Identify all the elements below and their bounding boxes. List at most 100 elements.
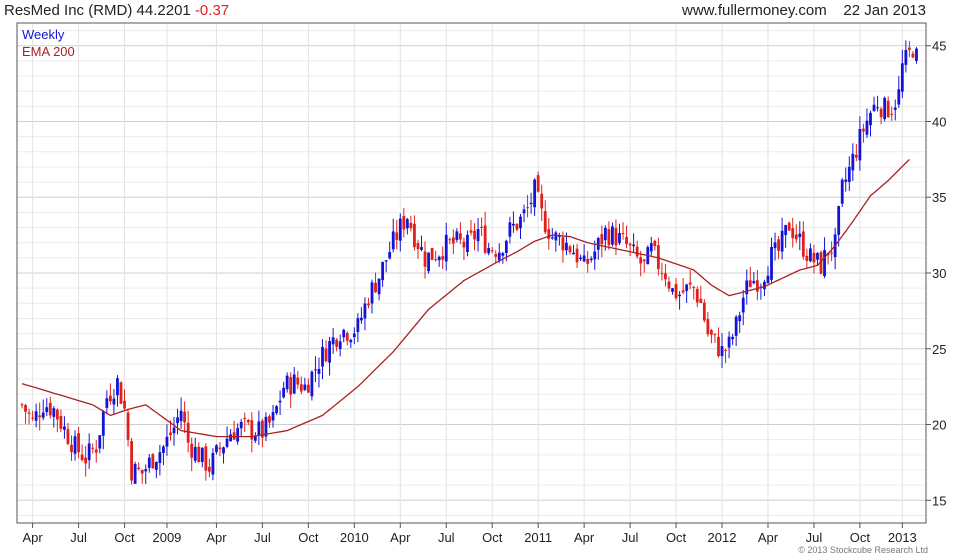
candle-body xyxy=(306,384,310,393)
candle-body xyxy=(236,428,240,442)
candle-body xyxy=(130,441,133,481)
candle-body xyxy=(618,233,621,244)
candle-body xyxy=(437,256,441,261)
candle-body xyxy=(565,242,568,251)
candle xyxy=(628,242,632,256)
candle xyxy=(847,156,851,191)
candle-body xyxy=(915,48,918,61)
candle xyxy=(515,223,519,232)
candle xyxy=(554,230,558,252)
candle-body xyxy=(377,278,381,295)
candle xyxy=(487,242,491,256)
candle xyxy=(607,221,611,250)
candle-body xyxy=(405,219,409,229)
candle-body xyxy=(589,258,593,261)
candle xyxy=(582,244,586,263)
candle-body xyxy=(840,179,844,204)
candle-body xyxy=(147,457,151,468)
candle-body xyxy=(144,469,148,472)
candle-body xyxy=(448,239,452,241)
candle xyxy=(611,222,614,247)
candle xyxy=(384,260,388,273)
candle-body xyxy=(55,409,59,420)
candle xyxy=(275,405,278,416)
candle-body xyxy=(572,252,575,255)
candle xyxy=(494,250,498,264)
candle-body xyxy=(292,374,296,394)
candle-body xyxy=(356,318,360,333)
candle xyxy=(321,339,324,380)
candle xyxy=(268,414,271,428)
x-tick-label: Apr xyxy=(390,530,411,545)
candle-body xyxy=(70,444,73,453)
candle-body xyxy=(466,234,469,252)
candle-body xyxy=(207,466,211,472)
candle-body xyxy=(176,417,179,424)
candle-body xyxy=(285,375,289,390)
candle-body xyxy=(27,412,31,414)
candle xyxy=(589,256,593,263)
candle xyxy=(261,418,264,448)
candle-body xyxy=(515,223,519,230)
candle xyxy=(780,217,784,260)
candle-body xyxy=(734,316,738,336)
candle-body xyxy=(674,284,678,299)
candle-body xyxy=(48,402,52,416)
candle-body xyxy=(462,241,466,248)
candle-body xyxy=(536,175,540,192)
candle-body xyxy=(519,216,522,229)
candle-body xyxy=(773,242,777,249)
candle-body xyxy=(508,222,512,237)
candle xyxy=(215,444,218,455)
candle-body xyxy=(391,231,395,250)
candle xyxy=(441,246,445,270)
candle xyxy=(886,96,890,118)
candle xyxy=(557,232,561,246)
candle-body xyxy=(246,419,250,423)
x-tick-label: 2012 xyxy=(708,530,737,545)
candle xyxy=(243,412,247,433)
candle xyxy=(20,402,24,409)
candle-body xyxy=(476,229,480,242)
candle-body xyxy=(105,398,109,408)
candle-body xyxy=(352,333,356,338)
candle xyxy=(674,278,678,301)
candle-body xyxy=(727,336,731,348)
candle-body xyxy=(215,445,218,453)
candle-body xyxy=(441,256,445,260)
candle-body xyxy=(490,250,494,252)
candle-body xyxy=(752,281,756,284)
candle xyxy=(94,440,98,463)
candle-body xyxy=(45,407,49,413)
candle-body xyxy=(165,436,169,447)
candle-body xyxy=(497,252,501,261)
candle-body xyxy=(179,410,183,422)
candle xyxy=(809,243,812,263)
candle-body xyxy=(108,395,112,402)
candle xyxy=(755,269,759,301)
candle xyxy=(667,276,671,293)
candle xyxy=(130,437,133,485)
y-tick-label: 15 xyxy=(932,493,946,508)
candle-body xyxy=(303,384,307,390)
candle xyxy=(405,217,409,235)
candle-body xyxy=(328,341,331,363)
candle-body xyxy=(52,408,56,417)
candle xyxy=(434,250,438,262)
candle-body xyxy=(862,128,865,132)
candle xyxy=(695,286,699,307)
x-tick-label: Jul xyxy=(622,530,639,545)
candle-body xyxy=(413,223,416,248)
candle xyxy=(752,272,756,285)
candle-body xyxy=(282,387,286,398)
candle xyxy=(395,220,399,250)
candle-body xyxy=(275,406,278,414)
x-tick-label: Oct xyxy=(850,530,871,545)
candle-body xyxy=(158,452,162,464)
y-tick-label: 30 xyxy=(932,266,946,281)
candle-body xyxy=(540,193,544,209)
candle xyxy=(137,462,141,471)
candle xyxy=(462,237,466,261)
ema-200-line xyxy=(21,158,910,438)
candle xyxy=(41,399,45,421)
